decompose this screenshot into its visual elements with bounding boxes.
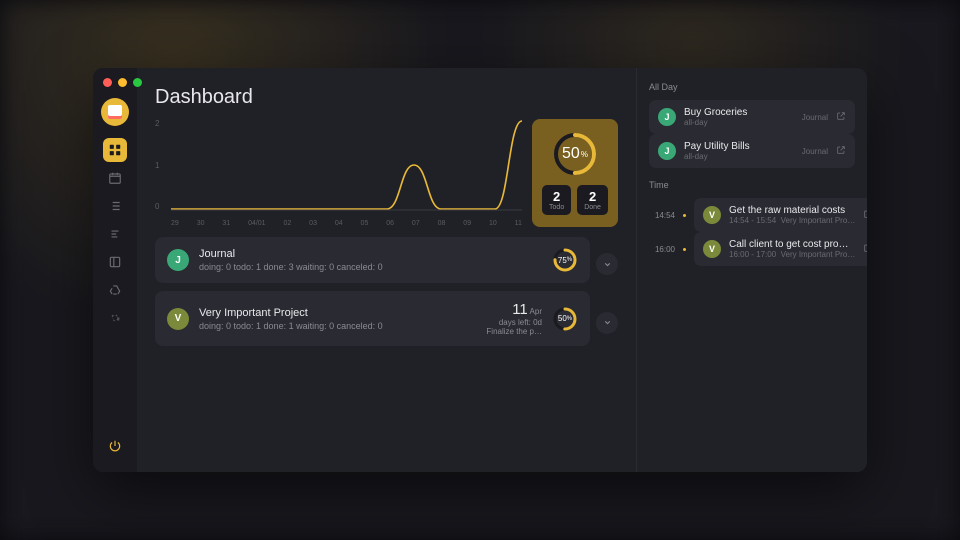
allday-heading: All Day xyxy=(649,82,855,92)
task-badge: V xyxy=(703,240,721,258)
x-tick: 04/01 xyxy=(248,220,266,227)
project-card[interactable]: J Journal doing: 0 todo: 1 done: 3 waitin… xyxy=(155,237,590,283)
gear-icon xyxy=(108,311,122,325)
nav-dashboard[interactable] xyxy=(103,138,127,162)
power-button[interactable] xyxy=(103,434,127,458)
minimize-window-button[interactable] xyxy=(118,78,127,87)
time-dot xyxy=(683,248,686,251)
nav-recycle[interactable] xyxy=(103,278,127,302)
project-name: Very Important Project xyxy=(199,307,476,319)
x-tick: 31 xyxy=(222,220,230,227)
project-progress-ring: 50% xyxy=(552,306,578,332)
project-name: Journal xyxy=(199,248,542,260)
power-icon xyxy=(108,439,122,453)
chevron-down-icon xyxy=(603,260,612,269)
calendar-icon xyxy=(108,171,122,185)
overall-progress-ring: 50% xyxy=(552,131,598,177)
task-subtitle: 16:00 - 17:00 Very Important Pro… xyxy=(729,250,855,259)
task-badge: J xyxy=(658,142,676,160)
task-title: Get the raw material costs xyxy=(729,205,855,216)
maximize-window-button[interactable] xyxy=(133,78,142,87)
close-window-button[interactable] xyxy=(103,78,112,87)
task-badge: J xyxy=(658,108,676,126)
time-label: 16:00 xyxy=(649,245,675,254)
count-todo: 2Todo xyxy=(542,185,571,215)
nav-list-2[interactable] xyxy=(103,222,127,246)
task-card[interactable]: V Call client to get cost pro…16:00 - 17… xyxy=(694,232,867,266)
x-tick: 07 xyxy=(412,220,420,227)
time-label: 14:54 xyxy=(649,211,675,220)
external-link-icon xyxy=(863,209,867,219)
open-task-button[interactable] xyxy=(836,108,846,126)
task-subtitle: 14:54 - 15:54 Very Important Pro… xyxy=(729,216,855,225)
task-card[interactable]: V Get the raw material costs14:54 - 15:5… xyxy=(694,198,867,232)
project-progress-ring: 75% xyxy=(552,247,578,273)
open-task-button[interactable] xyxy=(836,142,846,160)
project-deadline: 11 Aprdays left: 0dFinalize the p… xyxy=(486,301,542,336)
timed-task-row: 16:00 V Call client to get cost pro…16:0… xyxy=(649,232,855,266)
x-tick: 30 xyxy=(197,220,205,227)
traffic-lights xyxy=(103,78,142,87)
grid-icon xyxy=(108,143,122,157)
x-tick: 05 xyxy=(361,220,369,227)
task-title: Pay Utility Bills xyxy=(684,141,794,152)
x-tick: 04 xyxy=(335,220,343,227)
count-done: 2Done xyxy=(577,185,608,215)
x-tick: 08 xyxy=(438,220,446,227)
y-tick: 2 xyxy=(155,119,159,128)
nav-settings[interactable] xyxy=(103,306,127,330)
task-card[interactable]: J Pay Utility Billsall-day Journal xyxy=(649,134,855,168)
project-badge: V xyxy=(167,308,189,330)
app-window: Dashboard 210 29303104/01020304050607080… xyxy=(93,68,867,472)
x-tick: 09 xyxy=(463,220,471,227)
x-tick: 02 xyxy=(283,220,291,227)
task-project: Journal xyxy=(802,113,828,122)
agenda-panel: All Day J Buy Groceriesall-day Journal J… xyxy=(637,68,867,472)
overall-percent: 50 xyxy=(562,145,580,163)
task-title: Buy Groceries xyxy=(684,107,794,118)
x-tick: 11 xyxy=(515,220,522,227)
x-tick: 29 xyxy=(171,220,179,227)
overall-progress-card: 50% 2Todo2Done xyxy=(532,119,618,227)
list-icon xyxy=(108,199,122,213)
app-logo[interactable] xyxy=(101,98,129,126)
task-badge: V xyxy=(703,206,721,224)
project-card[interactable]: V Very Important Project doing: 0 todo: 1… xyxy=(155,291,590,346)
time-dot xyxy=(683,214,686,217)
project-stats: doing: 0 todo: 1 done: 3 waiting: 0 canc… xyxy=(199,262,542,272)
project-stats: doing: 0 todo: 1 done: 1 waiting: 0 canc… xyxy=(199,321,476,331)
task-title: Call client to get cost pro… xyxy=(729,239,855,250)
external-link-icon xyxy=(836,145,846,155)
project-badge: J xyxy=(167,249,189,271)
task-subtitle: all-day xyxy=(684,118,794,127)
list-alt-icon xyxy=(108,227,122,241)
chevron-down-icon xyxy=(603,318,612,327)
open-task-button[interactable] xyxy=(863,206,867,224)
expand-button[interactable] xyxy=(596,253,618,275)
nav-calendar[interactable] xyxy=(103,166,127,190)
task-subtitle: all-day xyxy=(684,152,794,161)
sidebar xyxy=(93,68,137,472)
external-link-icon xyxy=(836,111,846,121)
open-task-button[interactable] xyxy=(863,240,867,258)
task-card[interactable]: J Buy Groceriesall-day Journal xyxy=(649,100,855,134)
expand-button[interactable] xyxy=(596,312,618,334)
nav-list-1[interactable] xyxy=(103,194,127,218)
task-project: Journal xyxy=(802,147,828,156)
time-heading: Time xyxy=(649,180,855,190)
panel-icon xyxy=(108,255,122,269)
recycle-icon xyxy=(108,283,122,297)
timed-task-row: 14:54 V Get the raw material costs14:54 … xyxy=(649,198,855,232)
x-tick: 03 xyxy=(309,220,317,227)
page-title: Dashboard xyxy=(155,86,618,109)
y-tick: 1 xyxy=(155,161,159,170)
external-link-icon xyxy=(863,243,867,253)
nav-panel[interactable] xyxy=(103,250,127,274)
x-tick: 06 xyxy=(386,220,394,227)
y-tick: 0 xyxy=(155,202,159,211)
x-tick: 10 xyxy=(489,220,497,227)
activity-chart: 210 29303104/0102030405060708091011 xyxy=(155,119,522,227)
main-panel: Dashboard 210 29303104/01020304050607080… xyxy=(137,68,636,472)
